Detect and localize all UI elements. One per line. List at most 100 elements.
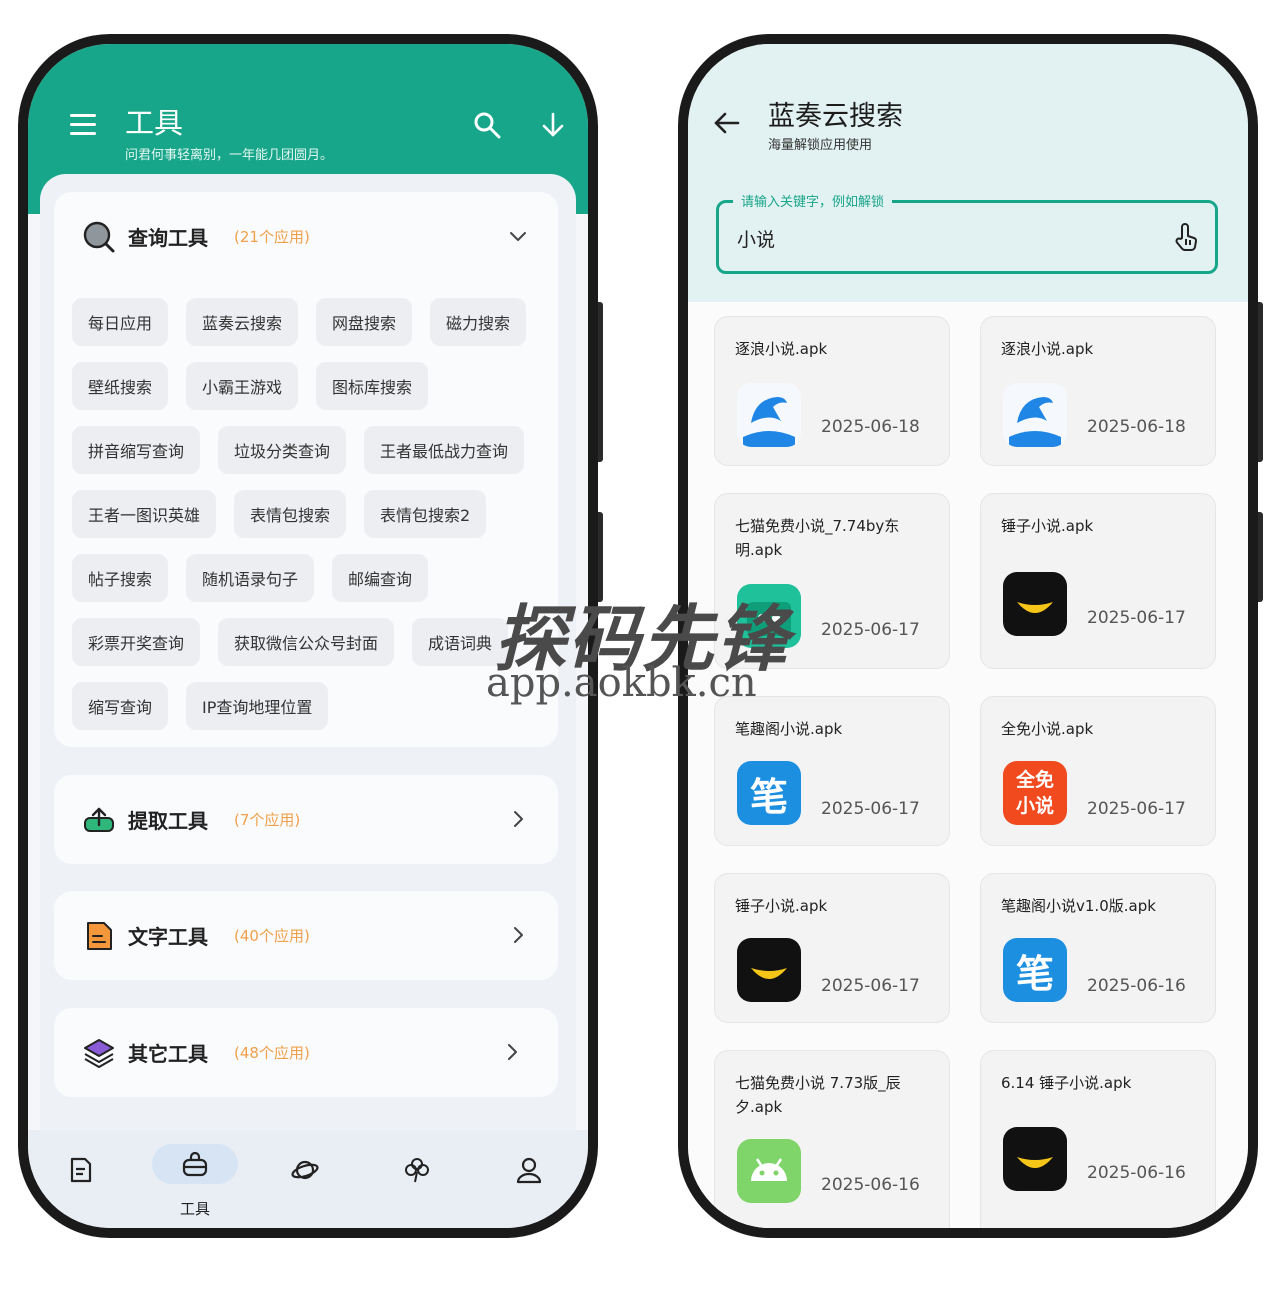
nav-label: 工具 (179, 1200, 210, 1218)
result-card[interactable]: 逐浪小说.apk 2025-06-18 (980, 316, 1216, 466)
tool-chip[interactable]: 壁纸搜索 (72, 362, 169, 410)
result-card[interactable]: 锤子小说.apk 2025-06-17 (980, 493, 1216, 669)
search-header: 蓝奏云搜索 海量解锁应用使用 请输入关键字，例如解锁 小说 (688, 44, 1248, 302)
upload-cloud-icon (84, 807, 114, 832)
section-title: 提取工具 (128, 809, 208, 833)
smile-icon (737, 938, 801, 1002)
section-extract-tools[interactable]: 提取工具 (7个应用) (54, 775, 558, 864)
tool-chip[interactable]: 随机语录句子 (186, 554, 315, 602)
nav-docs[interactable] (38, 1142, 124, 1214)
search-input-value[interactable]: 小说 (737, 225, 775, 252)
section-count: (7个应用) (234, 811, 301, 829)
search-input[interactable]: 请输入关键字，例如解锁 小说 (716, 191, 1218, 274)
page-subtitle: 问君何事轻离别，一年能几团圆月。 (125, 148, 334, 163)
quanmian-icon-text: 全免 (1015, 769, 1054, 791)
chevron-right-icon[interactable] (500, 1040, 524, 1064)
tool-chip[interactable]: 网盘搜索 (316, 298, 413, 346)
layers-icon (84, 1038, 114, 1068)
nav-profile[interactable] (486, 1142, 572, 1214)
toolbox-icon (182, 1151, 208, 1177)
result-card[interactable]: 6.14 锤子小说.apk 2025-06-16 (980, 1050, 1216, 1228)
result-card[interactable]: 全免小说.apk 全免 小说 2025-06-17 (980, 696, 1216, 846)
search-results: 逐浪小说.apk 2025-06-18 逐浪小说.apk 2025-06-18 … (688, 302, 1248, 1228)
smile-icon (1003, 572, 1067, 636)
tool-chip[interactable]: 缩写查询 (72, 682, 169, 730)
nav-discover[interactable] (262, 1142, 348, 1214)
tool-chip[interactable]: 拼音缩写查询 (72, 426, 201, 474)
section-header: 提取工具 (7个应用) (82, 775, 530, 864)
document-icon (87, 921, 112, 950)
result-card[interactable]: 锤子小说.apk 2025-06-17 (714, 873, 950, 1023)
document-list-icon (70, 1157, 92, 1183)
user-icon (516, 1157, 542, 1184)
search-icon[interactable] (472, 110, 502, 140)
result-date: 2025-06-16 (1087, 976, 1186, 996)
download-arrow-icon[interactable] (538, 110, 568, 140)
section-count: (40个应用) (234, 927, 310, 945)
tool-chip[interactable]: 帖子搜索 (72, 554, 169, 602)
result-filename: 锤子小说.apk (1001, 517, 1094, 535)
nav-tools[interactable]: 工具 (152, 1142, 238, 1218)
dolphin-icon (1003, 383, 1067, 447)
result-card[interactable]: 七猫免费小说 7.73版_辰夕.apk 2025-06-16 (714, 1050, 950, 1228)
tool-chip[interactable]: 垃圾分类查询 (218, 426, 347, 474)
result-date: 2025-06-16 (1087, 1163, 1186, 1183)
smile-icon (1003, 1127, 1067, 1191)
result-card[interactable]: 逐浪小说.apk 2025-06-18 (714, 316, 950, 466)
chevron-right-icon[interactable] (506, 923, 530, 947)
section-query-tools: 查询工具 (21个应用) 每日应用 蓝奏云搜索 网盘搜索 磁力搜索 壁纸搜索 小… (54, 192, 558, 747)
quanmian-icon: 全免 小说 (1003, 761, 1067, 825)
section-header[interactable]: 查询工具 (21个应用) (82, 192, 530, 281)
result-filename: 七猫免费小说 7.73版_辰夕.apk (735, 1074, 901, 1116)
result-date: 2025-06-17 (821, 799, 920, 819)
biquge-icon-text: 笔 (1015, 951, 1054, 996)
result-date: 2025-06-16 (821, 1175, 920, 1195)
tool-chip[interactable]: 蓝奏云搜索 (186, 298, 299, 346)
section-title: 其它工具 (128, 1042, 208, 1066)
result-date: 2025-06-17 (821, 620, 920, 640)
tool-chip[interactable]: 邮编查询 (332, 554, 429, 602)
page-title: 蓝奏云搜索 (768, 101, 903, 132)
section-header: 文字工具 (40个应用) (82, 891, 530, 980)
result-filename: 全免小说.apk (1001, 720, 1094, 738)
tool-chip[interactable]: 每日应用 (72, 298, 169, 346)
result-filename: 七猫免费小说_7.74by东明.apk (735, 517, 900, 559)
tool-chip[interactable]: 王者一图识英雄 (72, 490, 217, 538)
tool-chip[interactable]: 表情包搜索 (234, 490, 347, 538)
clover-icon (405, 1158, 429, 1183)
search-input-label: 请输入关键字，例如解锁 (733, 191, 893, 210)
biquge-icon-text: 笔 (749, 774, 788, 819)
android-icon (737, 1139, 801, 1203)
back-arrow-icon[interactable] (712, 108, 742, 138)
menu-icon[interactable] (70, 114, 96, 136)
biquge-icon: 笔 (1003, 938, 1067, 1002)
volume-button (1258, 302, 1263, 462)
result-filename: 逐浪小说.apk (735, 340, 828, 358)
section-text-tools[interactable]: 文字工具 (40个应用) (54, 891, 558, 980)
tool-chip[interactable]: 获取微信公众号封面 (218, 618, 395, 666)
result-filename: 锤子小说.apk (735, 897, 828, 915)
biquge-icon: 笔 (737, 761, 801, 825)
result-date: 2025-06-18 (821, 417, 920, 437)
tool-chip[interactable]: IP查询地理位置 (186, 682, 329, 730)
tap-gesture-icon[interactable] (1171, 221, 1201, 253)
chevron-down-icon[interactable] (506, 224, 530, 248)
nav-favorites[interactable] (374, 1142, 460, 1214)
result-card[interactable]: 笔趣阁小说.apk 笔 2025-06-17 (714, 696, 950, 846)
volume-button (598, 302, 603, 462)
section-title: 文字工具 (128, 925, 208, 949)
result-date: 2025-06-18 (1087, 417, 1186, 437)
tool-chip[interactable]: 王者最低战力查询 (364, 426, 525, 474)
tool-chip[interactable]: 图标库搜索 (316, 362, 429, 410)
tool-chip[interactable]: 磁力搜索 (430, 298, 527, 346)
page-title: 工具 (125, 106, 184, 140)
result-card[interactable]: 笔趣阁小说v1.0版.apk 笔 2025-06-16 (980, 873, 1216, 1023)
tool-chip[interactable]: 彩票开奖查询 (72, 618, 201, 666)
tool-chip[interactable]: 表情包搜索2 (364, 490, 487, 538)
chevron-right-icon[interactable] (506, 807, 530, 831)
section-other-tools[interactable]: 其它工具 (48个应用) (54, 1008, 558, 1097)
result-filename: 笔趣阁小说.apk (735, 720, 843, 738)
section-count: (21个应用) (234, 228, 310, 246)
planet-icon (291, 1160, 319, 1180)
tool-chip[interactable]: 小霸王游戏 (186, 362, 299, 410)
